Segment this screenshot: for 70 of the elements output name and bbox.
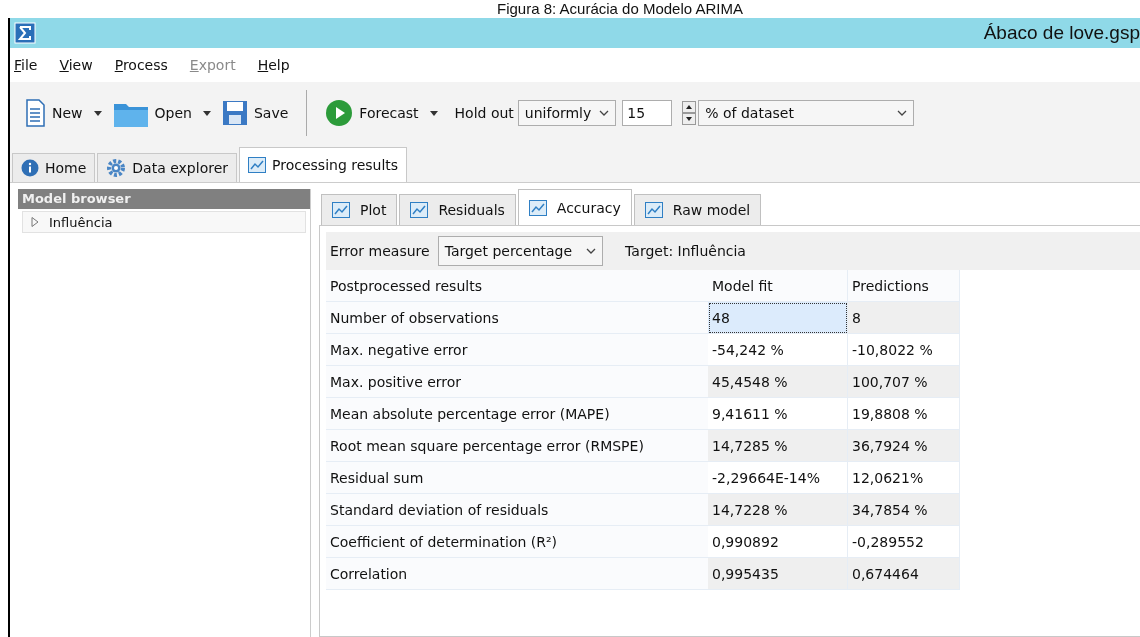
table-cell[interactable]: 100,707 % xyxy=(848,366,960,398)
toolbar-button[interactable]: Forecast xyxy=(325,99,419,127)
table-cell[interactable]: 34,7854 % xyxy=(848,494,960,526)
table-cell: Max. positive error xyxy=(326,366,708,398)
target-label: Target: Influência xyxy=(625,243,746,259)
menu-item[interactable]: Process xyxy=(114,57,168,73)
tab[interactable]: Raw model xyxy=(633,194,762,225)
table-cell[interactable]: 9,41611 % xyxy=(708,398,848,430)
table-cell[interactable]: 0,995435 xyxy=(708,558,848,590)
table-cell[interactable]: 36,7924 % xyxy=(848,430,960,462)
table-cell: Number of observations xyxy=(326,302,708,334)
chevron-icon xyxy=(599,109,610,117)
play-icon xyxy=(325,99,354,127)
figure-caption: Figura 8: Acurácia do Modelo ARIMA xyxy=(496,0,744,18)
toolbar-button[interactable]: Save xyxy=(221,100,289,126)
error-measure-dropdown[interactable]: Target percentage xyxy=(437,236,604,266)
chevron-icon xyxy=(897,109,908,117)
table-cell[interactable]: 45,4548 % xyxy=(708,366,848,398)
chart-icon xyxy=(332,202,350,218)
mode-dropdown[interactable]: uniformly xyxy=(517,100,617,126)
sigma-icon xyxy=(14,22,36,44)
table-cell: Correlation xyxy=(326,558,708,590)
table-cell[interactable]: 14,7285 % xyxy=(708,430,848,462)
tab[interactable]: Plot xyxy=(321,194,398,225)
table-cell[interactable]: 48 xyxy=(708,302,848,334)
gear-icon xyxy=(106,158,127,178)
table-cell[interactable]: 0,990892 xyxy=(708,526,848,558)
table-cell[interactable]: -0,289552 xyxy=(848,526,960,558)
column-header: Predictions xyxy=(848,270,960,302)
column-header: Model fit xyxy=(708,270,848,302)
table-cell: Residual sum xyxy=(326,462,708,494)
menu-item[interactable]: View xyxy=(59,57,93,73)
table-cell[interactable]: 14,7228 % xyxy=(708,494,848,526)
info-icon xyxy=(21,159,39,177)
tab[interactable]: Processing results xyxy=(239,147,408,182)
menu-item[interactable]: File xyxy=(14,57,38,73)
tab[interactable]: Residuals xyxy=(399,194,516,225)
chevron-icon xyxy=(586,247,597,255)
table-cell[interactable]: 19,8808 % xyxy=(848,398,960,430)
chart-icon xyxy=(410,202,429,218)
table-cell: Standard deviation of residuals xyxy=(326,494,708,526)
toolbar-button[interactable]: Open xyxy=(112,99,192,127)
window-title: Ábaco de love.gsp xyxy=(983,22,1140,44)
tab[interactable]: Home xyxy=(12,153,96,182)
table-cell[interactable]: -2,29664E-14% xyxy=(708,462,848,494)
tab[interactable]: Data explorer xyxy=(97,153,238,182)
table-cell: Coefficient of determination (R²) xyxy=(326,526,708,558)
number-field[interactable]: 15 xyxy=(622,100,673,126)
tab[interactable]: Accuracy xyxy=(517,189,632,225)
table-cell[interactable]: 8 xyxy=(848,302,960,334)
table-cell: Root mean square percentage error (RMSPE) xyxy=(326,430,708,462)
toolbar-button[interactable]: New xyxy=(24,99,83,127)
chart-icon xyxy=(528,199,547,216)
unit-dropdown[interactable]: % of dataset xyxy=(698,100,915,126)
column-header: Postprocessed results xyxy=(326,270,708,302)
panel-header: Model browser xyxy=(18,189,310,209)
chart-icon xyxy=(644,202,663,218)
table-cell: Max. negative error xyxy=(326,334,708,366)
menu-item[interactable]: Help xyxy=(257,57,290,73)
document-icon xyxy=(24,99,46,127)
table-cell[interactable]: -54,242 % xyxy=(708,334,848,366)
table-cell[interactable]: -10,8022 % xyxy=(848,334,960,366)
field-label: Error measure xyxy=(330,243,430,259)
chart-icon xyxy=(248,157,267,173)
tree-item[interactable]: Influência xyxy=(22,211,306,233)
table-cell[interactable]: 12,0621% xyxy=(848,462,960,494)
table-cell[interactable]: 0,674464 xyxy=(848,558,960,590)
table-cell: Mean absolute percentage error (MAPE) xyxy=(326,398,708,430)
holdout-label: Hold out xyxy=(454,105,514,121)
spinner-arrows-icon xyxy=(682,101,697,125)
